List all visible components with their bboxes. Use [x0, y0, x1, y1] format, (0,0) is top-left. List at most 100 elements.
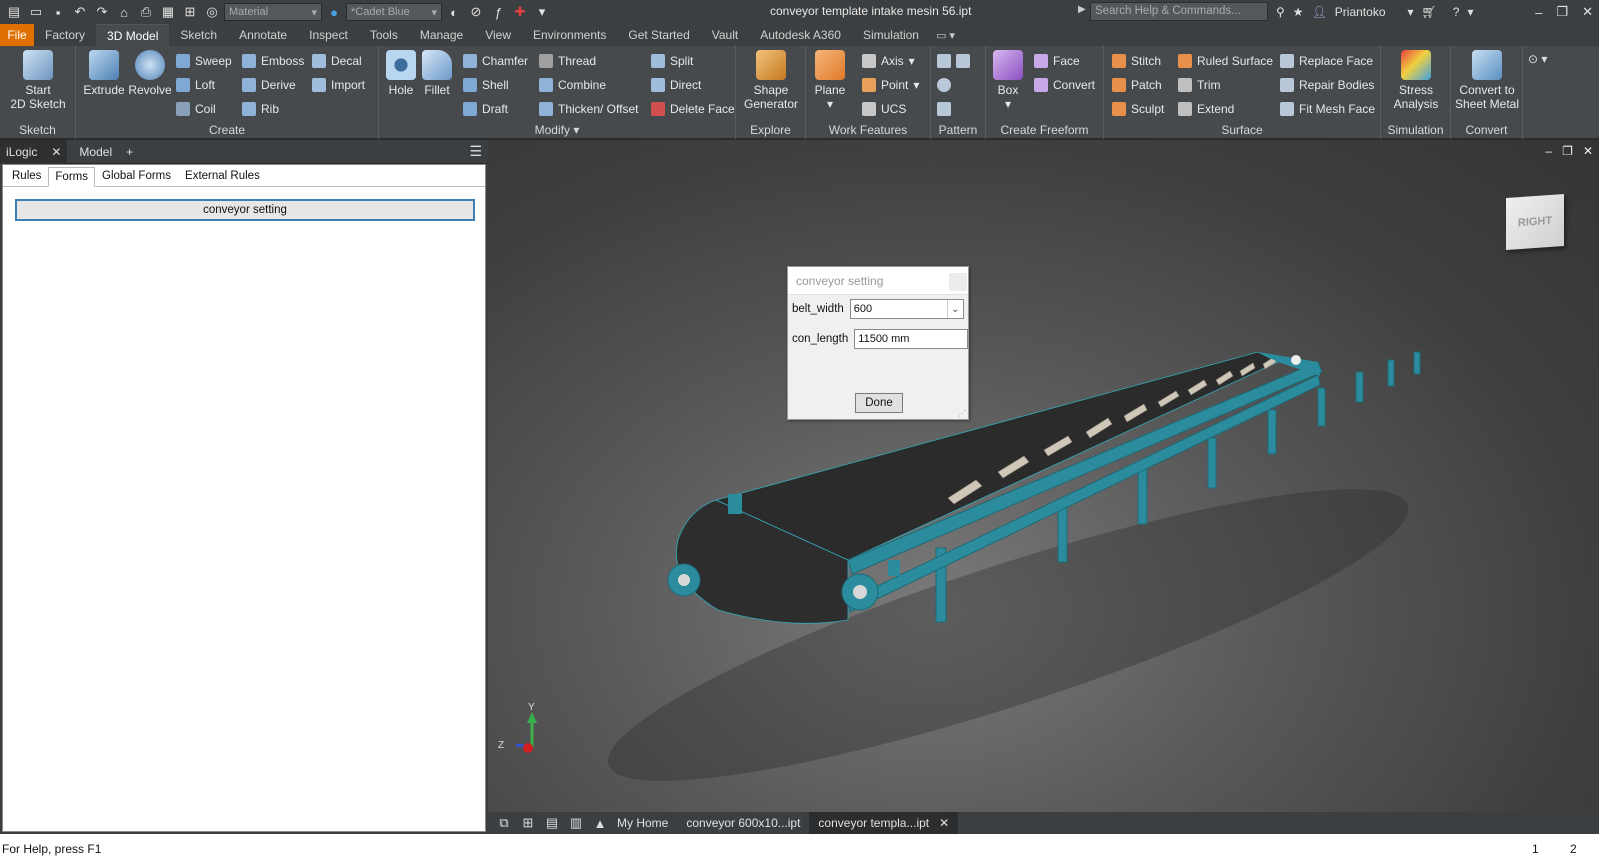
direct-button[interactable]: Direct — [651, 76, 701, 94]
fit-mesh-face-button[interactable]: Fit Mesh Face — [1280, 100, 1375, 118]
tab-my-home[interactable]: My Home — [608, 812, 677, 834]
tab-tools[interactable]: Tools — [359, 24, 409, 46]
subtab-external-rules[interactable]: External Rules — [178, 166, 267, 186]
stitch-button[interactable]: Stitch — [1112, 52, 1161, 70]
restore-icon[interactable]: ❐ — [1556, 4, 1568, 20]
print-icon[interactable]: ⎙ — [136, 2, 156, 22]
graphics-viewport[interactable]: – ❐ ✕ RIGHT Z Y — [488, 140, 1599, 812]
ucs-button[interactable]: UCS — [862, 100, 906, 118]
extend-button[interactable]: Extend — [1178, 100, 1234, 118]
tab-annotate[interactable]: Annotate — [228, 24, 298, 46]
save-icon[interactable]: ▪ — [48, 2, 68, 22]
open-documents-menu-icon[interactable]: ▲ — [592, 816, 608, 831]
loft-button[interactable]: Loft — [176, 76, 215, 94]
tab-get-started[interactable]: Get Started — [617, 24, 700, 46]
split-button[interactable]: Split — [651, 52, 693, 70]
tab-vault[interactable]: Vault — [701, 24, 749, 46]
close-icon[interactable]: ✕ — [939, 816, 949, 830]
subtab-forms[interactable]: Forms — [48, 167, 95, 187]
point-button[interactable]: Point ▾ — [862, 76, 919, 94]
chamfer-button[interactable]: Chamfer — [463, 52, 528, 70]
measure-icon[interactable]: ⊞ — [180, 2, 200, 22]
rib-button[interactable]: Rib — [242, 100, 279, 118]
con-length-input[interactable]: 11500 mm — [854, 329, 969, 349]
clear-override-icon[interactable]: ⊘ — [466, 2, 486, 22]
delete-face-button[interactable]: Delete Face — [651, 100, 735, 118]
hamburger-menu-icon[interactable]: ☰ — [469, 143, 482, 160]
tab-view[interactable]: View — [474, 24, 522, 46]
minimize-icon[interactable]: – — [1535, 5, 1542, 20]
subtab-global-forms[interactable]: Global Forms — [95, 166, 178, 186]
circular-pattern-button[interactable] — [937, 76, 951, 94]
repair-bodies-button[interactable]: Repair Bodies — [1280, 76, 1374, 94]
search-input[interactable]: Search Help & Commands... — [1090, 2, 1268, 21]
hole-button[interactable]: Hole — [383, 50, 419, 97]
panel-label-modify[interactable]: Modify ▾ — [379, 123, 735, 137]
add-icon[interactable]: ✚ — [510, 2, 530, 22]
undo-icon[interactable]: ↶ — [70, 2, 90, 22]
tab-ilogic[interactable]: iLogic ✕ — [0, 139, 68, 164]
material-select[interactable]: Material ▾ — [224, 3, 322, 21]
ribbon-display-toggle[interactable]: ▭ ▾ — [936, 24, 955, 46]
axis-button[interactable]: Axis ▾ — [862, 52, 915, 70]
thicken-offset-button[interactable]: Thicken/ Offset — [539, 100, 638, 118]
coil-button[interactable]: Coil — [176, 100, 216, 118]
tile-horizontal-icon[interactable]: ▤ — [544, 815, 560, 830]
user-icon[interactable]: 👤︎ — [1312, 5, 1327, 19]
tab-manage[interactable]: Manage — [409, 24, 474, 46]
tab-simulation[interactable]: Simulation — [852, 24, 930, 46]
subtab-rules[interactable]: Rules — [5, 166, 48, 186]
add-tab-icon[interactable]: + — [126, 145, 133, 159]
convert-to-sheet-metal-button[interactable]: Convert to Sheet Metal — [1453, 50, 1521, 111]
tab-sketch[interactable]: Sketch — [169, 24, 228, 46]
thread-button[interactable]: Thread — [539, 52, 596, 70]
emboss-button[interactable]: Emboss — [242, 52, 304, 70]
file-tab[interactable]: File — [0, 24, 34, 46]
shell-button[interactable]: Shell — [463, 76, 509, 94]
decal-button[interactable]: Decal — [312, 52, 362, 70]
derive-button[interactable]: Derive — [242, 76, 296, 94]
tab-environments[interactable]: Environments — [522, 24, 617, 46]
user-name[interactable]: Priantoko — [1335, 5, 1386, 19]
appearance-icon[interactable]: ● — [324, 2, 344, 22]
conveyor-setting-form-button[interactable]: conveyor setting — [15, 199, 475, 221]
expand-icon[interactable]: ▶ — [1078, 4, 1086, 15]
binoculars-icon[interactable]: ⚲ — [1276, 5, 1285, 19]
import-button[interactable]: Import — [312, 76, 365, 94]
extrude-button[interactable]: Extrude — [82, 50, 126, 97]
tab-conveyor-600x10[interactable]: conveyor 600x10...ipt — [677, 812, 809, 834]
chevron-down-icon[interactable]: ▾ — [1408, 5, 1414, 19]
select-icon[interactable]: ▦ — [158, 2, 178, 22]
ruled-surface-button[interactable]: Ruled Surface — [1178, 52, 1273, 70]
customize-qat-icon[interactable]: ▾ — [532, 2, 552, 22]
cascade-windows-icon[interactable]: ⧉ — [496, 815, 512, 830]
fillet-button[interactable]: Fillet — [419, 50, 455, 97]
redo-icon[interactable]: ↷ — [92, 2, 112, 22]
trim-button[interactable]: Trim — [1178, 76, 1221, 94]
sweep-button[interactable]: Sweep — [176, 52, 232, 70]
cart-icon[interactable]: 🛒︎ — [1422, 5, 1437, 19]
tab-autodesk-a360[interactable]: Autodesk A360 — [749, 24, 852, 46]
adjust-icon[interactable]: ◐ — [444, 2, 464, 22]
tab-3d-model[interactable]: 3D Model — [96, 24, 170, 46]
tile-vertical-icon[interactable]: ▥ — [568, 815, 584, 830]
fx-icon[interactable]: ƒ — [488, 2, 508, 22]
belt-width-combo[interactable]: 600 ⌄ — [849, 299, 964, 319]
tile-windows-icon[interactable]: ⊞ — [520, 815, 536, 830]
help-icon[interactable]: ? — [1453, 5, 1460, 19]
box-button[interactable]: Box ▾ — [990, 50, 1026, 111]
star-icon[interactable]: ★ — [1293, 5, 1304, 19]
freeform-convert-button[interactable]: Convert — [1034, 76, 1095, 94]
tab-conveyor-template[interactable]: conveyor templa...ipt ✕ — [809, 812, 959, 834]
appearance-select[interactable]: *Cadet Blue ▾ — [346, 3, 442, 21]
combine-button[interactable]: Combine — [539, 76, 606, 94]
freeform-face-button[interactable]: Face — [1034, 52, 1080, 70]
revolve-button[interactable]: Revolve — [126, 50, 174, 97]
new-icon[interactable]: ▤ — [4, 2, 24, 22]
dialog-close-button[interactable] — [949, 273, 967, 291]
sculpt-button[interactable]: Sculpt — [1112, 100, 1164, 118]
plane-button[interactable]: Plane ▾ — [812, 50, 848, 111]
stress-analysis-button[interactable]: Stress Analysis — [1387, 50, 1445, 111]
home-icon[interactable]: ⌂ — [114, 2, 134, 22]
patch-button[interactable]: Patch — [1112, 76, 1162, 94]
